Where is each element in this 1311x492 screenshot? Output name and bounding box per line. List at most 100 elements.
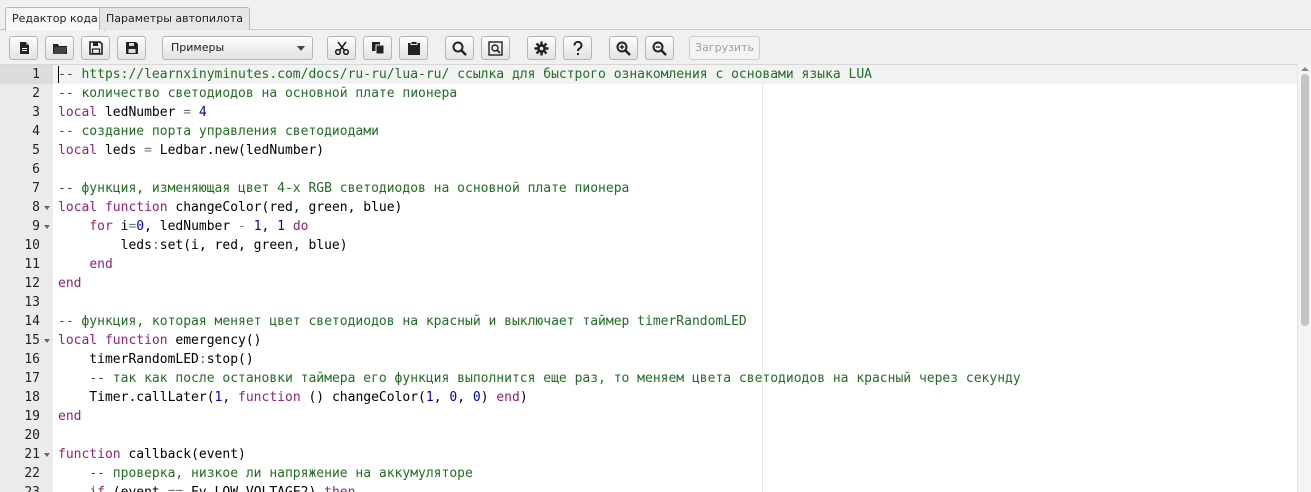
code-token: leds [97, 143, 145, 158]
cut-button[interactable] [327, 36, 356, 60]
tab-autopilot-params[interactable]: Параметры автопилота [99, 7, 250, 30]
code-token: Ev.LOW_VOLTAGE2) [183, 485, 324, 492]
code-line[interactable]: 15 local function emergency() [0, 331, 1297, 350]
settings-button[interactable] [527, 36, 556, 60]
code-text: if (event == Ev.LOW_VOLTAGE2) then [58, 483, 355, 492]
code-line[interactable]: 3 local ledNumber = 4 [0, 103, 1297, 122]
examples-select-label: Примеры [171, 41, 225, 54]
code-token: local function [58, 333, 168, 348]
code-line[interactable]: 1 -- https://learnxinyminutes.com/docs/ru… [0, 65, 1297, 84]
fold-toggle-icon[interactable] [44, 453, 50, 457]
code-token: () changeColor( [300, 390, 426, 405]
line-number: 1 [0, 65, 53, 84]
code-text: -- так как после остановки таймера его ф… [58, 369, 1020, 388]
code-text: end [58, 274, 81, 293]
code-token: , [457, 390, 473, 405]
paste-button[interactable] [399, 36, 428, 60]
line-number: 18 [24, 390, 40, 405]
code-token: do [292, 219, 309, 234]
vertical-scrollbar[interactable] [1297, 64, 1311, 492]
save-button[interactable] [81, 36, 110, 60]
code-line[interactable]: 4 -- создание порта управления светодиода… [0, 122, 1297, 141]
code-token: 0 [136, 219, 145, 234]
code-token: = [144, 143, 152, 158]
code-token: : [198, 352, 207, 367]
code-token: = [183, 105, 192, 120]
new-file-button[interactable] [9, 36, 38, 60]
code-token: stop() [206, 352, 254, 367]
code-line[interactable]: 11 end [0, 255, 1297, 274]
find-replace-button[interactable] [481, 36, 510, 60]
code-token: 1 [425, 390, 434, 405]
save-as-icon [125, 42, 138, 54]
code-token: -- проверка, низкое ли напряжение на акк… [89, 466, 473, 481]
search-button[interactable] [445, 36, 474, 60]
code-token: - [238, 219, 246, 234]
code-line[interactable]: 12 end [0, 274, 1297, 293]
code-token: callback(event) [120, 447, 246, 462]
code-line[interactable]: 5 local leds = Ledbar.new(ledNumber) [0, 141, 1297, 160]
code-line[interactable]: 10 leds:set(i, red, green, blue) [0, 236, 1297, 255]
line-number: 3 [32, 105, 40, 120]
code-token: ) [519, 390, 528, 405]
code-token: , [222, 390, 239, 405]
code-line[interactable]: 8 local function changeColor(red, green, … [0, 198, 1297, 217]
code-line[interactable]: 22 -- проверка, низкое ли напряжение на … [0, 464, 1297, 483]
code-text: end [58, 407, 81, 426]
settings-icon [534, 41, 549, 55]
code-token: Ledbar.new(ledNumber) [151, 143, 325, 158]
toolbar: Примеры Загрузить [0, 31, 1311, 65]
help-button[interactable] [563, 36, 592, 60]
code-text: -- количество светодиодов на основной пл… [58, 84, 457, 103]
cut-icon [334, 41, 349, 55]
scrollbar-thumb[interactable] [1301, 74, 1309, 326]
code-line[interactable]: 21 function callback(event) [0, 445, 1297, 464]
code-line[interactable]: 18 Timer.callLater(1, function () change… [0, 388, 1297, 407]
code-line[interactable]: 17 -- так как после остановки таймера ег… [0, 369, 1297, 388]
zoom-out-button[interactable] [645, 36, 674, 60]
code-token: local [58, 105, 98, 120]
code-text: local ledNumber = 4 [58, 103, 207, 122]
code-line[interactable]: 7 -- функция, изменяющая цвет 4-х RGB све… [0, 179, 1297, 198]
code-token: function [58, 447, 121, 462]
code-token: ) [480, 390, 497, 405]
open-button[interactable] [45, 36, 74, 60]
code-token: then [324, 485, 355, 492]
code-token: 4 [198, 105, 207, 120]
fold-toggle-icon[interactable] [44, 339, 50, 343]
code-line[interactable]: 6 [0, 160, 1297, 179]
code-line[interactable]: 9 for i=0, ledNumber - 1, 1 do [0, 217, 1297, 236]
scroll-up-icon[interactable] [1301, 67, 1309, 71]
code-line[interactable]: 16 timerRandomLED:stop() [0, 350, 1297, 369]
zoom-in-button[interactable] [609, 36, 638, 60]
code-editor[interactable]: 1 -- https://learnxinyminutes.com/docs/ru… [0, 64, 1311, 492]
code-token: 1 [277, 219, 285, 234]
code-line[interactable]: 19 end [0, 407, 1297, 426]
save-as-button[interactable] [117, 36, 146, 60]
copy-button[interactable] [363, 36, 392, 60]
help-icon [573, 40, 582, 55]
code-token: 1 [253, 219, 262, 234]
code-line[interactable]: 2 -- количество светодиодов на основной п… [0, 84, 1297, 103]
code-line[interactable]: 13 [0, 293, 1297, 312]
fold-toggle-icon[interactable] [44, 206, 50, 210]
tab-code-editor[interactable]: Редактор кода [5, 7, 105, 31]
fold-toggle-icon[interactable] [44, 225, 50, 229]
find-replace-icon [488, 40, 503, 56]
load-button[interactable]: Загрузить [689, 36, 760, 60]
code-line[interactable]: 14 -- функция, которая меняет цвет светод… [0, 312, 1297, 331]
line-number: 17 [24, 371, 40, 386]
examples-select[interactable]: Примеры [162, 36, 313, 60]
code-line[interactable]: 23 if (event == Ev.LOW_VOLTAGE2) then [0, 483, 1297, 492]
code-text: end [58, 255, 112, 274]
code-token: -- количество светодиодов на основной пл… [58, 86, 458, 101]
code-line[interactable]: 20 [0, 426, 1297, 445]
save-icon [88, 41, 103, 55]
code-token: end [496, 390, 520, 405]
